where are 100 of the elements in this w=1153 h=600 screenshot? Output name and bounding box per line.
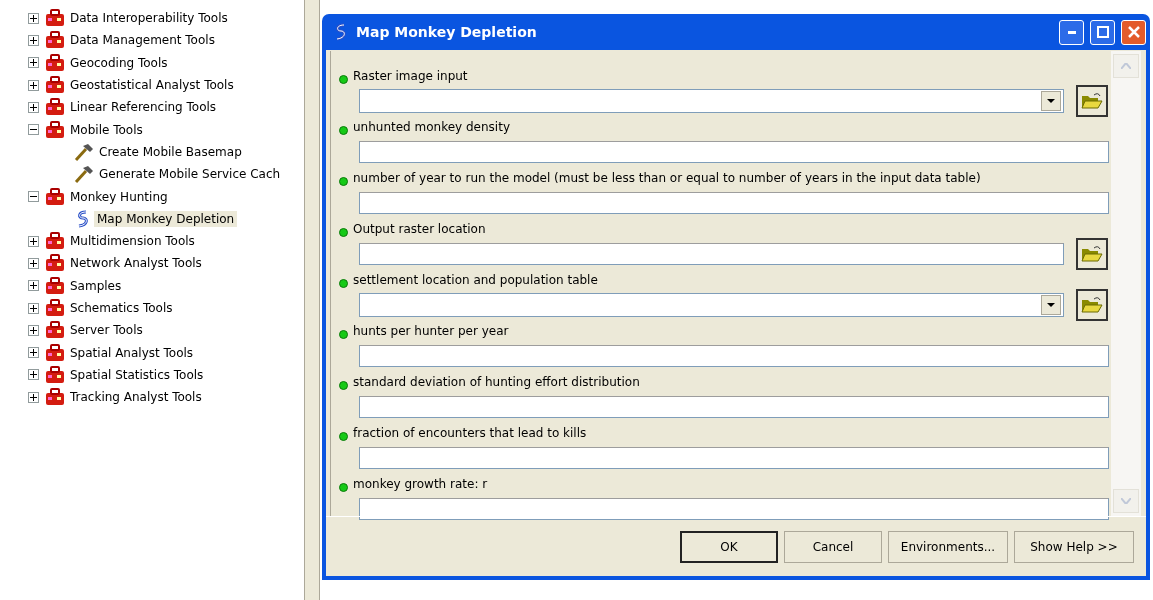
required-dot: [339, 74, 348, 84]
close-icon: [1127, 26, 1140, 38]
open-folder-icon: [1081, 245, 1103, 263]
required-dot: [339, 125, 348, 135]
toolbox-icon: [45, 254, 65, 273]
tree-item[interactable]: Spatial Statistics Tools: [67, 366, 207, 383]
window-title: Map Monkey Depletion: [356, 24, 537, 40]
plus-icon: [30, 393, 37, 401]
expand-toggle[interactable]: [28, 324, 39, 336]
dialog-button[interactable]: Cancel: [784, 530, 882, 563]
tree-item[interactable]: Spatial Analyst Tools: [67, 344, 197, 361]
tree-item[interactable]: Multidimension Tools: [67, 233, 198, 250]
input-field[interactable]: [359, 396, 1109, 418]
toolbox-icon: [45, 53, 65, 72]
expand-toggle[interactable]: [28, 101, 39, 113]
expand-toggle[interactable]: [28, 79, 39, 91]
collapse-toggle[interactable]: [28, 191, 39, 202]
parameter-label: standard deviation of hunting effort distribution: [353, 375, 640, 389]
input-field[interactable]: [359, 498, 1109, 520]
minimize-icon: [1067, 30, 1076, 34]
expand-toggle[interactable]: [28, 12, 39, 24]
input-field[interactable]: [359, 345, 1109, 367]
plus-icon: [30, 14, 37, 22]
toolbox-icon: [45, 365, 65, 384]
tree-item[interactable]: Linear Referencing Tools: [67, 99, 220, 116]
tree-item[interactable]: Geocoding Tools: [67, 54, 171, 71]
plus-icon: [30, 371, 37, 379]
input-field[interactable]: [359, 141, 1109, 163]
expand-toggle[interactable]: [28, 347, 39, 359]
browse-button[interactable]: [1076, 85, 1108, 117]
dialog-button[interactable]: OK: [680, 530, 778, 563]
tree-item[interactable]: Generate Mobile Service Cach: [96, 166, 284, 183]
required-dot: [339, 482, 348, 492]
dialog-button[interactable]: Environments...: [888, 530, 1008, 563]
expand-toggle[interactable]: [28, 280, 39, 292]
expand-toggle[interactable]: [28, 57, 39, 69]
plus-icon: [30, 259, 37, 267]
browse-button[interactable]: [1076, 289, 1108, 321]
tree-item[interactable]: Server Tools: [67, 322, 146, 339]
maximize-icon: [1096, 26, 1109, 38]
toolbox-icon: [45, 276, 65, 295]
minimize-button[interactable]: [1059, 19, 1084, 45]
required-dot: [339, 329, 348, 339]
open-folder-icon: [1081, 92, 1103, 110]
required-dot: [339, 227, 348, 237]
dialog-button[interactable]: Show Help >>: [1014, 530, 1134, 563]
plus-icon: [30, 304, 37, 312]
toolbox-icon: [45, 120, 65, 139]
toolbox-icon: [45, 9, 65, 28]
required-dot: [339, 176, 348, 186]
required-dot: [339, 431, 348, 441]
tree-item[interactable]: Data Management Tools: [67, 32, 218, 49]
parameter-label: hunts per hunter per year: [353, 324, 509, 338]
parameter-label: fraction of encounters that lead to kills: [353, 426, 587, 440]
dropdown-field[interactable]: [359, 89, 1064, 113]
plus-icon: [30, 103, 37, 111]
toolbox-icon: [45, 76, 65, 95]
hammer-icon: [74, 142, 94, 161]
tree-item[interactable]: Network Analyst Tools: [67, 255, 205, 272]
toolbox-icon: [45, 343, 65, 362]
expand-toggle[interactable]: [28, 302, 39, 314]
parameter-label: Raster image input: [353, 69, 468, 83]
tree-item[interactable]: Schematics Tools: [67, 300, 176, 316]
expand-toggle[interactable]: [28, 34, 39, 46]
toolbox-icon: [45, 98, 65, 117]
plus-icon: [30, 237, 37, 245]
plus-icon: [30, 59, 37, 67]
expand-toggle[interactable]: [28, 257, 39, 269]
parameter-label: number of year to run the model (must be less than or equal to number of years in the input data table): [353, 171, 981, 185]
plus-icon: [30, 36, 37, 44]
required-dot: [339, 278, 348, 288]
minus-icon: [30, 193, 37, 200]
open-folder-icon: [1081, 296, 1103, 314]
tree-item[interactable]: Data Interoperability Tools: [67, 10, 231, 27]
tree-item[interactable]: Geostatistical Analyst Tools: [67, 77, 237, 94]
collapse-toggle[interactable]: [28, 124, 39, 136]
expand-toggle[interactable]: [28, 369, 39, 381]
tree-item[interactable]: Map Monkey Depletion: [94, 210, 238, 227]
input-field[interactable]: [359, 447, 1109, 469]
dropdown-field[interactable]: [359, 293, 1064, 317]
close-button[interactable]: [1121, 19, 1146, 45]
tree-item[interactable]: Create Mobile Basemap: [96, 143, 245, 160]
browse-button[interactable]: [1076, 238, 1108, 270]
tree-item[interactable]: Samples: [67, 277, 125, 294]
tree-item[interactable]: Tracking Analyst Tools: [67, 389, 205, 406]
toolbox-icon: [45, 232, 65, 251]
tree-item[interactable]: Mobile Tools: [67, 121, 146, 138]
plus-icon: [30, 81, 37, 89]
parameter-label: settlement location and population table: [353, 273, 598, 287]
expand-toggle[interactable]: [28, 391, 39, 403]
input-field[interactable]: [359, 243, 1064, 265]
parameter-label: monkey growth rate: r: [353, 477, 488, 491]
toolbox-icon: [45, 321, 65, 340]
input-field[interactable]: [359, 192, 1109, 214]
toolbox-icon: [45, 187, 65, 206]
required-dot: [339, 380, 348, 390]
maximize-button[interactable]: [1090, 19, 1115, 45]
expand-toggle[interactable]: [28, 235, 39, 247]
tree-item[interactable]: Monkey Hunting: [67, 188, 171, 205]
parameter-label: Output raster location: [353, 222, 486, 236]
